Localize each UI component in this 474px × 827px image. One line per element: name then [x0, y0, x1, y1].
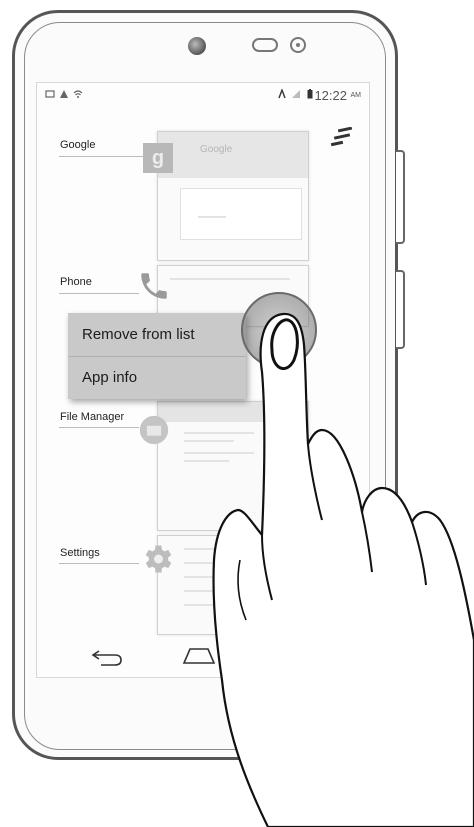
app-label-file-manager: File Manager: [60, 411, 125, 423]
recent-app-settings[interactable]: Settings: [37, 533, 317, 635]
vibrate-icon: [278, 89, 286, 99]
thumb-line: [184, 432, 254, 434]
app-label-google: Google: [60, 139, 96, 151]
home-icon[interactable]: [181, 645, 217, 665]
app-label-settings: Settings: [60, 547, 100, 559]
settings-icon: [145, 545, 172, 573]
thumb-line: [198, 216, 226, 218]
earpiece-speaker: [252, 38, 278, 52]
recents-menu-icon[interactable]: [330, 127, 354, 149]
thumb-line: [184, 548, 244, 550]
thumb-line: [184, 562, 264, 564]
thumb-line: [184, 452, 254, 454]
thumb-line: [184, 460, 229, 462]
thumb-header: [158, 402, 308, 422]
back-icon[interactable]: [89, 645, 125, 667]
navigation-bar: [37, 633, 369, 677]
volume-button: [396, 150, 405, 244]
app-label-phone: Phone: [60, 276, 92, 288]
screenshot-icon: [45, 90, 55, 98]
screen: 12:22 AM Google Google g Phone File Mana…: [36, 82, 370, 678]
google-icon: g: [143, 143, 173, 173]
touch-indicator: [241, 292, 317, 368]
app-thumbnail-file-manager[interactable]: [157, 401, 309, 531]
power-button: [396, 270, 405, 349]
app-thumbnail-google[interactable]: Google: [157, 131, 309, 261]
recent-app-file-manager[interactable]: File Manager: [37, 401, 317, 531]
thumb-line: [184, 604, 224, 606]
thumb-line: [184, 590, 214, 592]
front-camera: [188, 37, 206, 55]
file-manager-icon: [139, 415, 169, 445]
status-bar: 12:22 AM: [37, 83, 369, 107]
thumb-line: [184, 440, 234, 442]
clock-time: 12:22: [314, 88, 347, 103]
thumb-header: [158, 132, 308, 178]
warning-icon: [60, 90, 68, 98]
label-divider: [59, 427, 139, 428]
signal-icon: [292, 90, 300, 98]
thumb-title: Google: [200, 144, 233, 155]
thumb-card: [180, 188, 302, 240]
phone-icon: [141, 273, 167, 299]
app-info-item[interactable]: App info: [68, 357, 246, 399]
label-divider: [59, 156, 147, 157]
recent-app-google[interactable]: Google Google g: [37, 131, 317, 261]
label-divider: [59, 563, 139, 564]
thumb-line: [170, 278, 290, 280]
label-divider: [59, 293, 139, 294]
clock-ampm: AM: [350, 92, 362, 99]
context-menu: Remove from list App info: [68, 313, 246, 399]
remove-from-list-item[interactable]: Remove from list: [68, 313, 246, 356]
wifi-icon: [73, 90, 83, 98]
thumb-line: [184, 576, 244, 578]
proximity-sensor: [290, 37, 306, 53]
app-thumbnail-settings[interactable]: [157, 535, 309, 635]
